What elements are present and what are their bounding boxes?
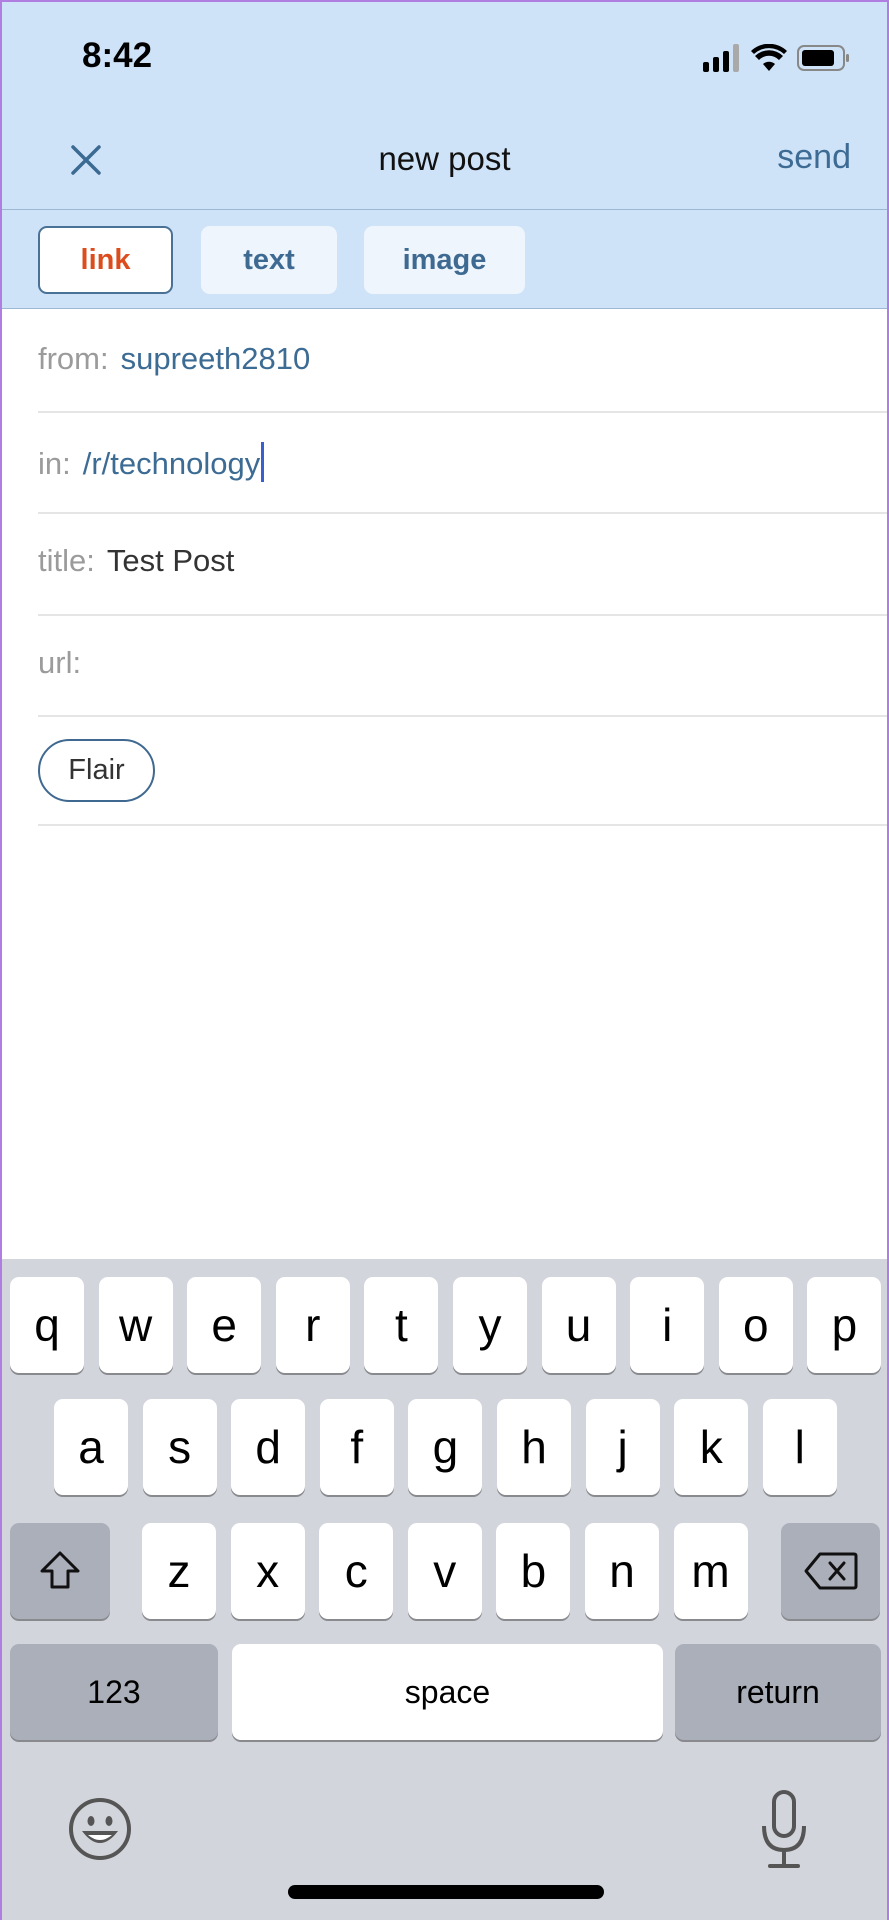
key-z[interactable]: z <box>142 1523 216 1619</box>
key-b[interactable]: b <box>496 1523 571 1619</box>
return-key[interactable]: return <box>675 1644 881 1740</box>
key-c[interactable]: c <box>319 1523 394 1619</box>
key-d[interactable]: d <box>231 1399 306 1495</box>
shift-icon <box>40 1551 80 1589</box>
space-key[interactable]: space <box>232 1644 663 1740</box>
key-h[interactable]: h <box>497 1399 571 1495</box>
divider <box>2 308 887 309</box>
backspace-key[interactable] <box>781 1523 880 1619</box>
shift-key[interactable] <box>10 1523 110 1619</box>
title-field[interactable]: title: Test Post <box>38 543 887 579</box>
tab-text[interactable]: text <box>201 226 337 294</box>
key-w[interactable]: w <box>98 1277 173 1373</box>
key-n[interactable]: n <box>585 1523 659 1619</box>
divider <box>38 411 887 413</box>
send-button[interactable]: send <box>777 138 851 177</box>
key-v[interactable]: v <box>407 1523 482 1619</box>
subreddit-input[interactable]: /r/technology <box>83 442 265 482</box>
from-value[interactable]: supreeth2810 <box>121 341 311 377</box>
key-g[interactable]: g <box>408 1399 483 1495</box>
emoji-icon <box>69 1798 131 1860</box>
from-field[interactable]: from: supreeth2810 <box>38 341 887 377</box>
from-label: from: <box>38 341 109 376</box>
keyboard: qwertyuiop asdfghjkl zxcvbnm 123 space r… <box>2 1259 887 1920</box>
tab-link[interactable]: link <box>38 226 173 294</box>
key-t[interactable]: t <box>364 1277 439 1373</box>
key-p[interactable]: p <box>807 1277 882 1373</box>
page-title: new post <box>378 140 511 177</box>
cellular-signal-icon <box>703 44 739 72</box>
key-s[interactable]: s <box>142 1399 217 1495</box>
key-u[interactable]: u <box>541 1277 616 1373</box>
divider <box>38 614 887 616</box>
key-y[interactable]: y <box>453 1277 527 1373</box>
status-icons <box>703 44 851 72</box>
divider <box>2 209 887 210</box>
divider <box>38 824 887 826</box>
divider <box>38 715 887 717</box>
url-label: url: <box>38 645 82 680</box>
key-r[interactable]: r <box>275 1277 350 1373</box>
key-e[interactable]: e <box>187 1277 262 1373</box>
key-l[interactable]: l <box>762 1399 837 1495</box>
subreddit-value: /r/technology <box>82 446 261 481</box>
key-j[interactable]: j <box>585 1399 660 1495</box>
divider <box>38 512 887 514</box>
subreddit-field[interactable]: in: /r/technology <box>38 442 887 482</box>
battery-icon <box>797 45 849 71</box>
key-q[interactable]: q <box>10 1277 84 1373</box>
tab-image[interactable]: image <box>364 226 525 294</box>
title-input[interactable]: Test Post <box>107 543 235 579</box>
key-a[interactable]: a <box>54 1399 128 1495</box>
key-i[interactable]: i <box>630 1277 705 1373</box>
key-m[interactable]: m <box>673 1523 748 1619</box>
key-x[interactable]: x <box>230 1523 305 1619</box>
title-label: title: <box>38 543 95 578</box>
status-time: 8:42 <box>82 36 153 75</box>
url-field[interactable]: url: <box>38 645 887 681</box>
home-indicator[interactable] <box>288 1885 604 1899</box>
wifi-icon <box>751 44 787 71</box>
backspace-icon <box>804 1552 857 1590</box>
emoji-button[interactable] <box>68 1797 132 1861</box>
key-f[interactable]: f <box>319 1399 394 1495</box>
flair-button[interactable]: Flair <box>38 739 155 802</box>
microphone-button[interactable] <box>760 1790 808 1870</box>
in-label: in: <box>38 446 71 481</box>
text-caret <box>261 442 265 482</box>
key-o[interactable]: o <box>718 1277 793 1373</box>
numbers-key[interactable]: 123 <box>10 1644 218 1740</box>
microphone-icon <box>762 1790 806 1868</box>
key-k[interactable]: k <box>674 1399 749 1495</box>
